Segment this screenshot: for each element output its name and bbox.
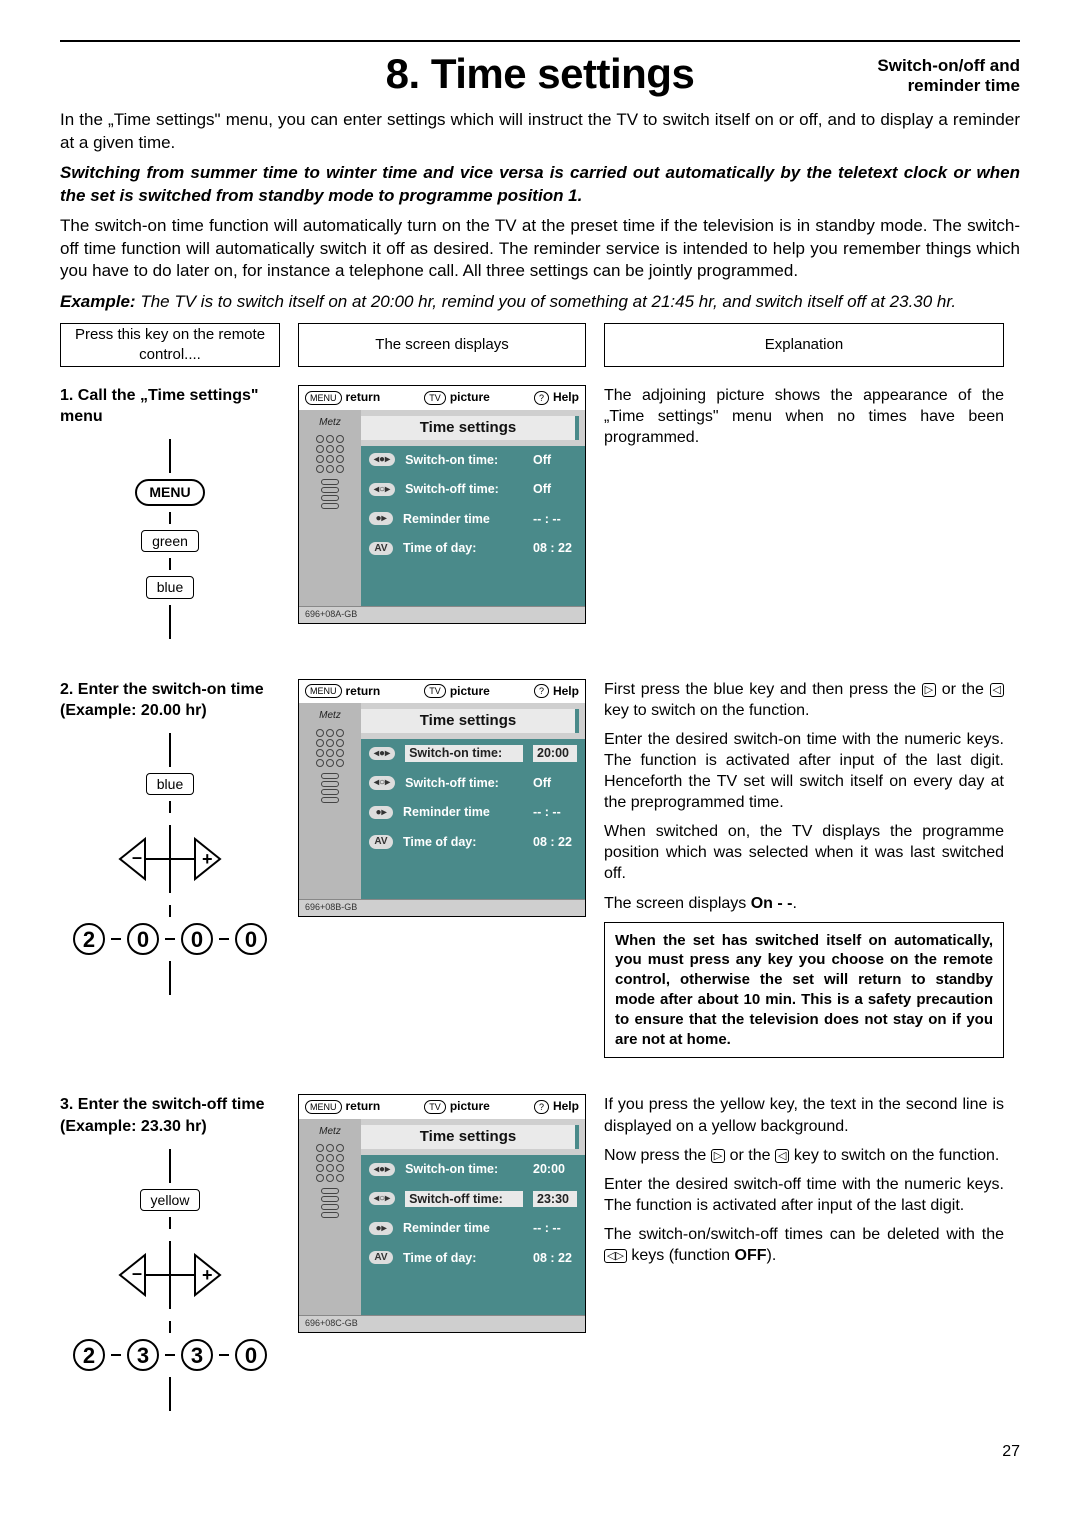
row-switch-on: ◂●▸Switch-on time:20:00 <box>369 745 577 762</box>
title-row: 8. Time settings Switch-on/off and remin… <box>60 46 1020 101</box>
step1-remote: 1. Call the „Time settings" menu MENU gr… <box>60 385 280 639</box>
svg-text:–: – <box>132 1263 142 1283</box>
step3-remote: 3. Enter the switch-off time (Example: 2… <box>60 1094 280 1411</box>
col-header-remote: Press this key on the remote control.... <box>60 323 280 367</box>
column-headers: Press this key on the remote control....… <box>60 323 1020 367</box>
step1-explain: The adjoining picture shows the appearan… <box>604 385 1004 456</box>
step-2-row: 2. Enter the switch-on time (Example: 20… <box>60 679 1020 1059</box>
intro-p3: The switch-on time function will automat… <box>60 215 1020 282</box>
example-label: Example: <box>60 292 136 311</box>
screen-help: ?Help <box>534 390 579 406</box>
row-time-of-day: AVTime of day:08 : 22 <box>369 540 577 557</box>
step3-title: 3. Enter the switch-off time (Example: 2… <box>60 1094 280 1136</box>
digits-2330[interactable]: 2 3 3 0 <box>73 1339 267 1371</box>
step-1-row: 1. Call the „Time settings" menu MENU gr… <box>60 385 1020 639</box>
step3-screen: MENUreturn TVpicture ?Help Metz Time set… <box>298 1094 586 1333</box>
leftright-arrow-icon: ◁▷ <box>604 1249 627 1263</box>
page-number: 27 <box>60 1441 1020 1462</box>
screen-return: MENUreturn <box>305 390 380 406</box>
digits-2000[interactable]: 2 0 0 0 <box>73 923 267 955</box>
blue-key[interactable]: blue <box>146 773 194 795</box>
step2-explain: First press the blue key and then press … <box>604 679 1004 1059</box>
yellow-key[interactable]: yellow <box>140 1189 201 1211</box>
remote-drawing: Metz <box>299 410 361 606</box>
right-arrow-icon: ▷ <box>922 683 936 697</box>
svg-text:–: – <box>132 847 142 867</box>
intro-example: Example: The TV is to switch itself on a… <box>60 291 1020 313</box>
step2-screen: MENUreturn TVpicture ?Help Metz Time set… <box>298 679 586 918</box>
example-text: The TV is to switch itself on at 20:00 h… <box>140 292 956 311</box>
safety-note: When the set has switched itself on auto… <box>604 922 1004 1059</box>
step-3-row: 3. Enter the switch-off time (Example: 2… <box>60 1094 1020 1411</box>
page-subtitle: Switch-on/off and reminder time <box>800 56 1020 95</box>
step1-explain-text: The adjoining picture shows the appearan… <box>604 385 1004 448</box>
svg-text:+: + <box>202 849 213 869</box>
step2-title: 2. Enter the switch-on time (Example: 20… <box>60 679 280 721</box>
screen-footer: 696+08A-GB <box>299 606 585 623</box>
intro-p2: Switching from summer time to winter tim… <box>60 162 1020 207</box>
row-switch-off: ◂○▸Switch-off time:23:30 <box>369 1191 577 1208</box>
blue-key[interactable]: blue <box>146 576 194 598</box>
intro-block: In the „Time settings" menu, you can ent… <box>60 109 1020 313</box>
dpad[interactable]: – + <box>110 1235 230 1315</box>
row-switch-off: ◂○▸Switch-off time:Off <box>369 481 577 498</box>
col-header-screen: The screen displays <box>298 323 586 367</box>
screen-picture: TVpicture <box>424 390 490 406</box>
svg-text:+: + <box>202 1265 213 1285</box>
step1-screen: MENUreturn TVpicture ?Help Metz Time set… <box>298 385 586 624</box>
col-header-explain: Explanation <box>604 323 1004 367</box>
green-key[interactable]: green <box>141 530 199 552</box>
left-arrow-icon: ◁ <box>775 1149 789 1163</box>
screen-title: Time settings <box>361 416 579 440</box>
intro-p1: In the „Time settings" menu, you can ent… <box>60 109 1020 154</box>
dpad[interactable]: – + <box>110 819 230 899</box>
left-arrow-icon: ◁ <box>990 683 1004 697</box>
step2-remote: 2. Enter the switch-on time (Example: 20… <box>60 679 280 996</box>
row-switch-on: ◂●▸Switch-on time:Off <box>369 452 577 469</box>
right-arrow-icon: ▷ <box>711 1149 725 1163</box>
menu-key[interactable]: MENU <box>135 479 204 505</box>
step3-explain: If you press the yellow key, the text in… <box>604 1094 1004 1274</box>
step1-title: 1. Call the „Time settings" menu <box>60 385 280 427</box>
row-reminder: ●▸Reminder time-- : -- <box>369 511 577 528</box>
